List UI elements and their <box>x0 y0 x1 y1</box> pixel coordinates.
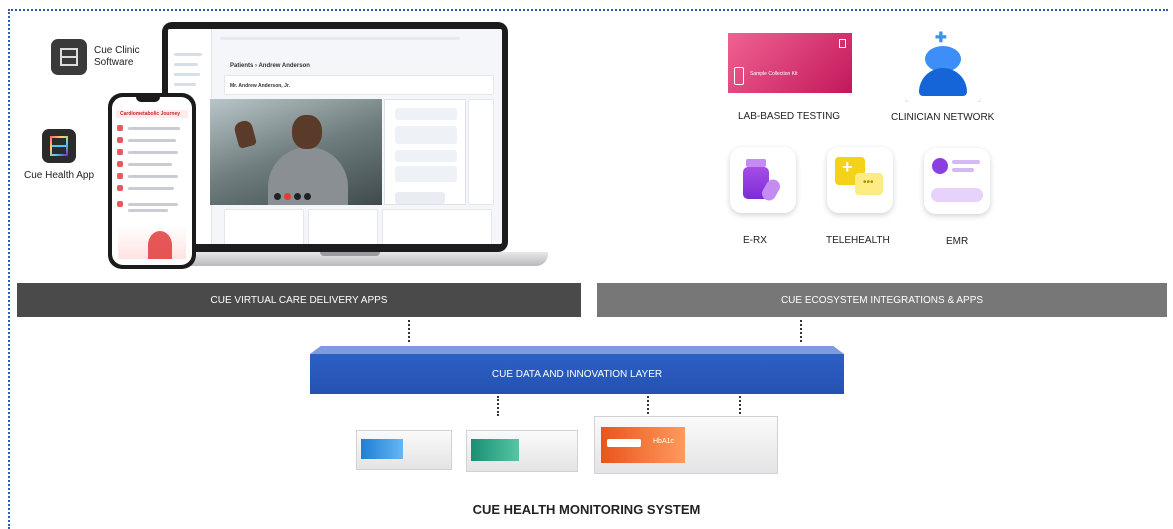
cue-reader-device-1 <box>356 430 452 470</box>
emr-label: EMR <box>946 236 969 247</box>
data-layer-label: CUE DATA AND INNOVATION LAYER <box>310 354 844 394</box>
laptop-device: Patients › Andrew Anderson Mr. Andrew An… <box>162 22 508 252</box>
insurance-card <box>308 209 378 244</box>
system-title: CUE HEALTH MONITORING SYSTEM <box>472 502 701 517</box>
erx-tile <box>730 147 796 213</box>
screen-patient-name: Mr. Andrew Anderson, Jr. <box>230 83 290 89</box>
connector-dots <box>800 320 802 342</box>
emr-avatar-icon <box>932 158 948 174</box>
video-call-view <box>210 99 382 205</box>
health-app-label: Cue Health App <box>24 170 95 181</box>
hba1c-label: HbA1c <box>653 438 675 445</box>
virtual-care-apps-bar: CUE VIRTUAL CARE DELIVERY APPS <box>17 283 581 317</box>
medical-cross-icon: ✚ <box>935 29 947 45</box>
dotted-border-left <box>8 9 10 529</box>
phone-journey-title: Cardiometabolic Journey <box>120 111 181 117</box>
test-cartridge-orange: HbA1c <box>601 427 685 463</box>
laptop-base <box>150 252 548 266</box>
phone-device: Cardiometabolic Journey <box>108 93 196 269</box>
plan-card <box>382 209 492 244</box>
lab-kit-text: Sample Collection Kit <box>750 71 798 77</box>
side-panel <box>468 99 494 205</box>
chat-panel <box>384 99 466 205</box>
cue-reader-device-3: HbA1c <box>594 416 778 474</box>
connector-dots <box>497 396 499 416</box>
health-app-screen: Cardiometabolic Journey <box>112 97 192 265</box>
erx-label: E-RX <box>743 235 767 246</box>
emr-tile <box>924 148 990 214</box>
screen-breadcrumb: Patients › Andrew Anderson <box>230 63 310 69</box>
telehealth-label: TELEHEALTH <box>826 235 890 246</box>
clinic-software-icon <box>51 39 87 75</box>
telehealth-tile: + ••• <box>827 147 893 213</box>
sample-collection-kit-image: Sample Collection Kit <box>728 33 852 93</box>
connector-dots <box>408 320 410 342</box>
data-innovation-layer: CUE DATA AND INNOVATION LAYER <box>310 346 844 394</box>
lab-based-testing-label: LAB-BASED TESTING <box>738 111 841 122</box>
contact-card <box>224 209 304 244</box>
dotted-border-top <box>8 9 1168 11</box>
clinic-software-label: Cue Clinic Software <box>94 45 140 68</box>
connector-dots <box>647 396 649 414</box>
emr-record-icon <box>931 188 983 202</box>
test-cartridge-green <box>471 439 519 461</box>
cue-reader-device-2 <box>466 430 578 472</box>
pill-bottle-cap-icon <box>746 159 766 167</box>
connector-dots <box>739 396 741 414</box>
test-cartridge-blue <box>361 439 403 459</box>
clinic-software-screen: Patients › Andrew Anderson Mr. Andrew An… <box>168 29 502 244</box>
ecosystem-integrations-bar: CUE ECOSYSTEM INTEGRATIONS & APPS <box>597 283 1167 317</box>
clinician-network-label: CLINICIAN NETWORK <box>891 112 995 123</box>
health-app-icon <box>42 129 76 163</box>
